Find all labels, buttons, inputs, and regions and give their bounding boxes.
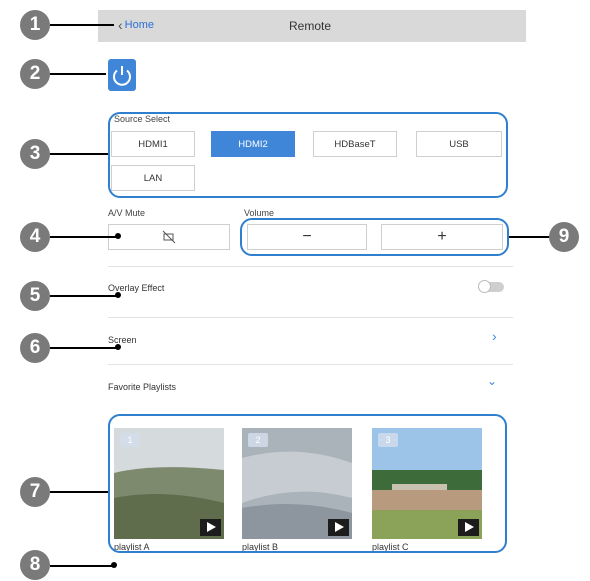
callout-8: 8 bbox=[20, 550, 50, 580]
divider bbox=[108, 364, 513, 365]
toggle-knob bbox=[478, 280, 491, 293]
callout-1: 1 bbox=[20, 10, 50, 40]
callout-5: 5 bbox=[20, 281, 50, 311]
chevron-left-icon: ‹ bbox=[118, 16, 123, 33]
volume-highlight bbox=[240, 218, 509, 256]
chevron-down-icon[interactable]: ⌄ bbox=[487, 374, 497, 388]
callout-line bbox=[50, 491, 108, 493]
callout-6: 6 bbox=[20, 333, 50, 363]
av-mute-icon bbox=[162, 230, 176, 244]
page-title: Remote bbox=[289, 19, 332, 33]
callout-dot bbox=[115, 292, 121, 298]
callout-line bbox=[50, 73, 106, 75]
overlay-effect-toggle[interactable] bbox=[478, 280, 504, 293]
callout-dot bbox=[115, 344, 121, 350]
divider bbox=[108, 317, 513, 318]
callout-dot bbox=[111, 562, 117, 568]
callout-line bbox=[50, 153, 108, 155]
callout-line bbox=[509, 236, 551, 238]
av-mute-label: A/V Mute bbox=[108, 208, 146, 218]
callout-4: 4 bbox=[20, 222, 50, 252]
callout-7: 7 bbox=[20, 477, 50, 507]
callout-line bbox=[50, 347, 118, 349]
power-icon bbox=[113, 66, 131, 86]
volume-label: Volume bbox=[244, 208, 275, 218]
screen-row-label[interactable]: Screen bbox=[108, 335, 137, 345]
callout-line bbox=[50, 295, 118, 297]
favorite-playlists-label: Favorite Playlists bbox=[108, 382, 177, 392]
callout-dot bbox=[115, 233, 121, 239]
callout-2: 2 bbox=[20, 59, 50, 89]
callout-9: 9 bbox=[549, 222, 579, 252]
callout-line bbox=[50, 565, 114, 567]
av-mute-button[interactable] bbox=[108, 224, 230, 250]
chevron-right-icon[interactable]: › bbox=[492, 328, 497, 344]
callout-line bbox=[50, 24, 114, 26]
back-label: Home bbox=[124, 19, 155, 31]
source-select-highlight bbox=[108, 112, 508, 198]
playlists-highlight bbox=[108, 414, 507, 553]
back-home-button[interactable]: ‹ Home bbox=[118, 16, 155, 33]
callout-3: 3 bbox=[20, 139, 50, 169]
power-button[interactable] bbox=[108, 59, 136, 91]
callout-line bbox=[50, 236, 118, 238]
divider bbox=[108, 266, 513, 267]
